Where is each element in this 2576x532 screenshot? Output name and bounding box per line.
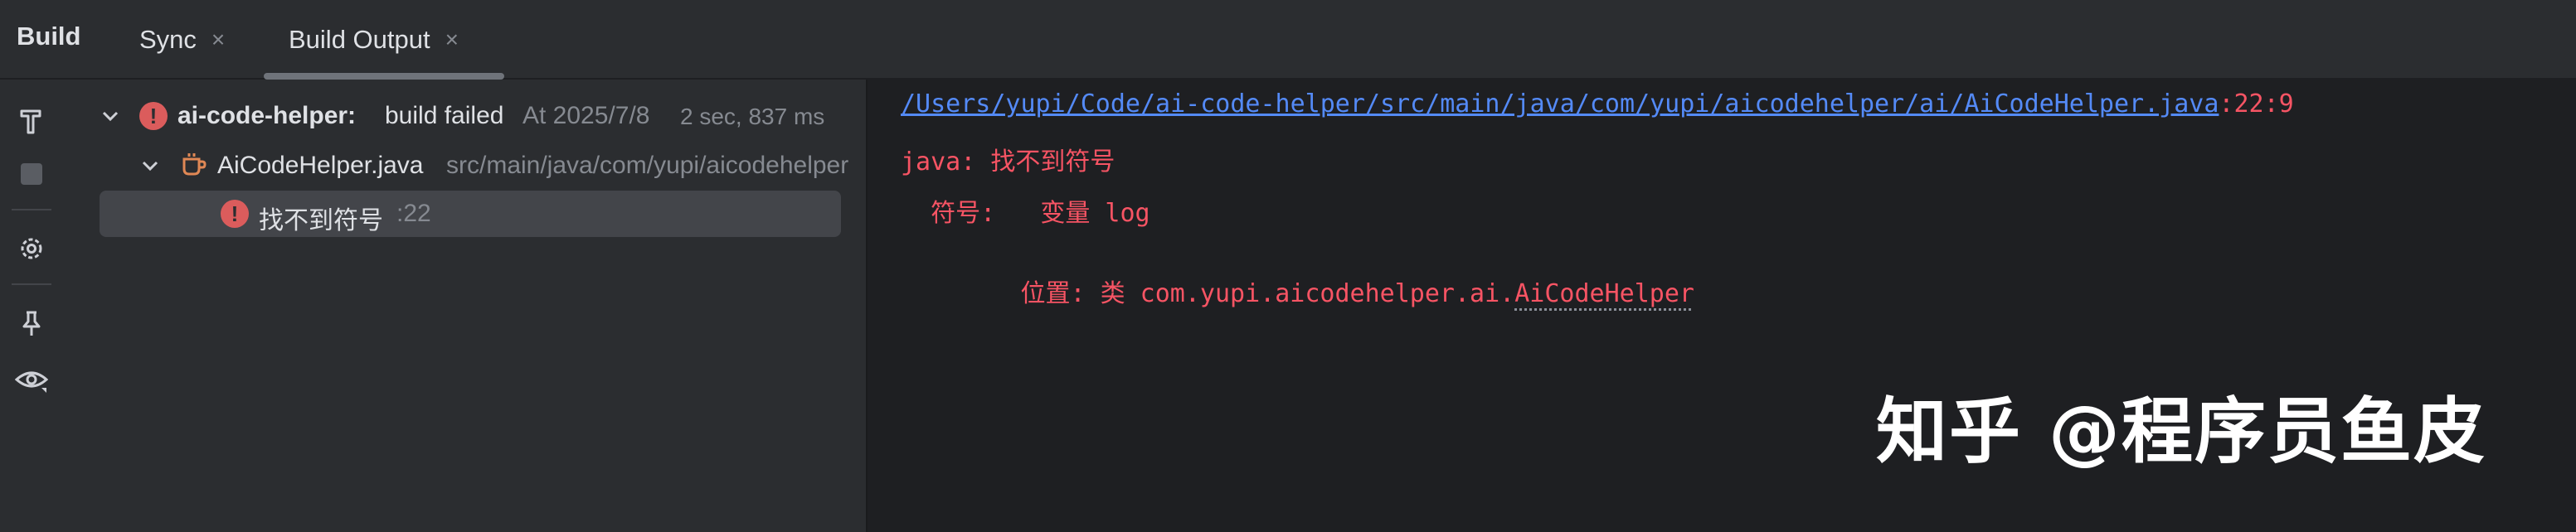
tool-window-title: Build: [17, 22, 81, 51]
project-name: ai-code-helper:: [177, 102, 357, 129]
eye-icon[interactable]: [15, 363, 48, 396]
source-file-link[interactable]: /Users/yupi/Code/ai-code-helper/src/main…: [901, 89, 2219, 118]
tree-row-file[interactable]: AiCodeHelper.java src/main/java/com/yupi…: [63, 143, 866, 189]
tab-build-output[interactable]: Build Output ×: [289, 0, 459, 80]
build-timestamp: At 2025/7/8: [522, 102, 650, 129]
watermark: 知乎 @程序员鱼皮: [1876, 390, 2486, 473]
file-path: src/main/java/com/yupi/aicodehelper: [446, 152, 849, 179]
build-tool-window: Build Sync × Build Output × ! ai-code-he…: [0, 0, 2576, 532]
tab-sync-label: Sync: [139, 25, 197, 54]
error-message: 找不到符号: [259, 207, 383, 235]
error-icon: !: [221, 200, 249, 228]
build-duration: 2 sec, 837 ms: [680, 104, 825, 129]
error-icon: !: [139, 102, 168, 130]
tab-sync[interactable]: Sync ×: [139, 0, 225, 80]
tree-row-error[interactable]: ! 找不到符号 :22: [63, 191, 866, 237]
hammer-icon[interactable]: [15, 104, 48, 138]
console-line-location: /Users/yupi/Code/ai-code-helper/src/main…: [901, 89, 2294, 118]
location-prefix: 位置: 类 com.yupi.aicodehelper.ai.: [990, 279, 1515, 308]
source-position: :22:9: [2219, 89, 2294, 118]
selection-highlight: [100, 191, 841, 237]
chevron-down-icon[interactable]: [139, 155, 161, 177]
console-line-location-class: 位置: 类 com.yupi.aicodehelper.ai.AiCodeHel…: [901, 244, 1694, 338]
build-tree: ! ai-code-helper: build failed At 2025/7…: [63, 80, 866, 532]
chevron-down-icon[interactable]: [100, 105, 121, 127]
console-line-symbol: 符号: 变量 log: [901, 199, 1150, 228]
close-icon[interactable]: ×: [445, 27, 459, 53]
toolbar-separator: [12, 283, 51, 285]
file-name: AiCodeHelper.java: [217, 152, 424, 179]
toolbar-separator: [12, 209, 51, 210]
close-icon[interactable]: ×: [211, 27, 225, 53]
java-file-icon: [182, 153, 207, 176]
console-line-error: java: 找不到符号: [901, 148, 1115, 177]
error-line: :22: [396, 200, 431, 227]
tree-row-project[interactable]: ! ai-code-helper: build failed At 2025/7…: [63, 93, 866, 139]
pin-icon[interactable]: [15, 307, 48, 340]
tab-build-output-label: Build Output: [289, 25, 430, 54]
class-reference[interactable]: AiCodeHelper: [1514, 279, 1694, 308]
settings-icon[interactable]: [15, 232, 48, 265]
stop-icon[interactable]: [15, 157, 48, 191]
left-toolbar: [0, 80, 63, 532]
active-tab-indicator: [264, 73, 504, 80]
build-status: build failed: [385, 102, 504, 129]
tool-window-header: Build Sync × Build Output ×: [0, 0, 2576, 80]
